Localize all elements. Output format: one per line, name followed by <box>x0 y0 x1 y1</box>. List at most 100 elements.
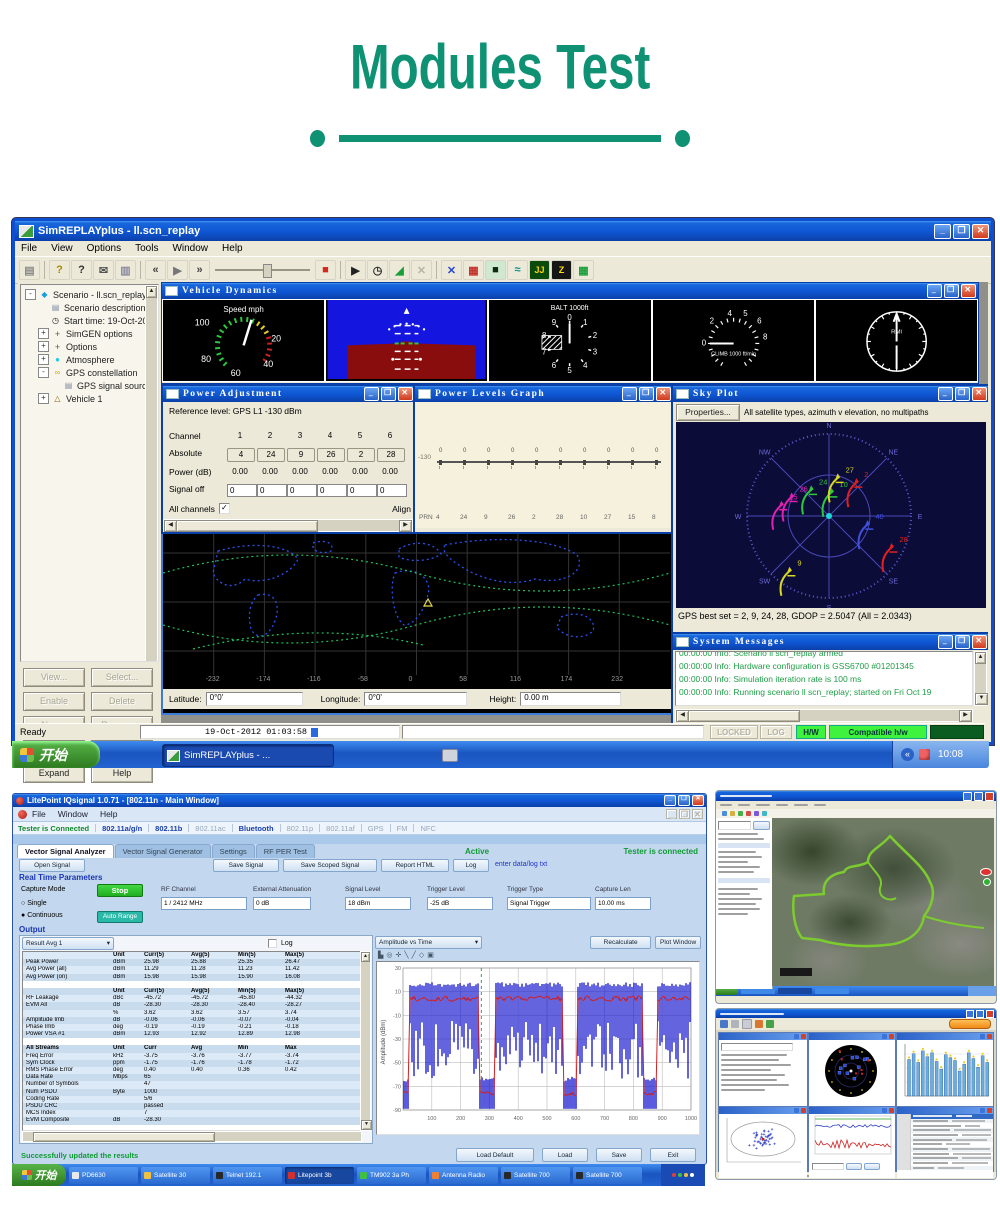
slider-thumb[interactable] <box>263 264 272 278</box>
places-header[interactable] <box>718 843 770 848</box>
world-map[interactable] <box>163 529 670 675</box>
close-button[interactable]: ✕ <box>692 795 704 806</box>
task-button[interactable] <box>815 988 849 994</box>
menu-tools[interactable]: Tools <box>135 243 158 254</box>
map-titlebar[interactable] <box>716 791 996 801</box>
toolbar-signal-icon[interactable]: ◢ <box>389 260 410 280</box>
mdi-restore-icon[interactable]: ❐ <box>679 809 690 819</box>
toolbar-constellation-icon[interactable]: ✕ <box>441 260 462 280</box>
map-search-input[interactable] <box>718 821 751 830</box>
hide-icons-icon[interactable]: « <box>901 748 914 761</box>
gnss-messages-pane[interactable] <box>718 1032 808 1106</box>
gnss-tool-icon[interactable] <box>731 1020 739 1028</box>
toolbar-stop-icon[interactable]: ■ <box>315 260 336 280</box>
gnss-accent-button[interactable] <box>949 1019 991 1029</box>
toolbar-grid-icon[interactable]: ▦ <box>463 260 484 280</box>
save-scoped-signal-button[interactable]: Save Scoped Signal <box>283 859 377 872</box>
task-button-2[interactable]: Telnet 192.1 <box>213 1167 282 1184</box>
signal-off-input[interactable]: 0 <box>377 484 407 497</box>
h-scrollbar[interactable]: ◀ ▶ <box>675 709 973 722</box>
tray-keyboard-icon[interactable] <box>442 749 458 762</box>
mdi-close-icon[interactable]: ✕ <box>692 809 703 819</box>
log-button[interactable]: Log <box>453 859 489 872</box>
power-adjustment-titlebar[interactable]: Power Adjustment _❐✕ <box>163 386 415 402</box>
minimize-button[interactable]: _ <box>622 387 637 401</box>
toolbar-run-icon[interactable]: ▶ <box>345 260 366 280</box>
tree-item[interactable]: +△Vehicle 1 <box>23 392 158 405</box>
tree-item[interactable]: ++SimGEN options <box>23 327 158 340</box>
plot-tool-icon[interactable]: ▣ <box>427 951 434 959</box>
map-marker-icon[interactable] <box>980 868 992 876</box>
signal-off-input[interactable]: 0 <box>257 484 287 497</box>
close-button[interactable]: ✕ <box>961 284 976 298</box>
map-search-button[interactable] <box>753 821 770 830</box>
maximize-button[interactable]: ❐ <box>678 795 690 806</box>
auto-range-button[interactable]: Auto Range <box>97 911 143 923</box>
menu-view[interactable]: View <box>51 243 73 254</box>
task-button-7[interactable]: Satellite 700 <box>573 1167 642 1184</box>
toolbar-waves-icon[interactable]: ≈ <box>507 260 528 280</box>
properties-button[interactable]: Properties... <box>676 404 740 421</box>
menu-file[interactable]: File <box>32 809 46 819</box>
tree-item[interactable]: ++Options <box>23 340 158 353</box>
signal-off-input[interactable]: 0 <box>317 484 347 497</box>
open-signal-button[interactable]: Open Signal <box>19 859 85 872</box>
tree-item[interactable]: ▤GPS signal sources f <box>23 379 158 392</box>
report-html-button[interactable]: Report HTML <box>381 859 449 872</box>
button-exit[interactable]: Exit <box>650 1148 696 1162</box>
task-button-5[interactable]: Antenna Radio <box>429 1167 498 1184</box>
power-levels-titlebar[interactable]: Power Levels Graph _❐✕ <box>415 386 673 402</box>
tree-expander[interactable]: - <box>25 289 36 300</box>
field-trigger-level[interactable]: -25 dB <box>427 897 493 910</box>
maximize-button[interactable]: ❐ <box>953 224 970 239</box>
start-button[interactable]: 开始 <box>12 741 100 768</box>
toolbar-help-icon[interactable]: ? <box>49 260 70 280</box>
log-checkbox[interactable] <box>268 939 277 948</box>
single-radio[interactable]: ○ Single <box>21 900 47 907</box>
toolbar-print-icon[interactable]: ▤ <box>19 260 40 280</box>
minimize-button[interactable]: _ <box>934 224 951 239</box>
tech-tab-fm[interactable]: FM <box>397 824 408 833</box>
field-trigger-type[interactable]: Signal Trigger <box>507 897 591 910</box>
close-button[interactable]: ✕ <box>398 387 413 401</box>
close-button[interactable]: ✕ <box>972 224 989 239</box>
minimize-button[interactable]: _ <box>927 284 942 298</box>
button-enable[interactable]: Enable <box>23 692 85 711</box>
tree-expander[interactable]: + <box>38 393 49 404</box>
tree-expander[interactable]: + <box>38 328 49 339</box>
task-button-3[interactable]: Litepoint 3b <box>285 1167 354 1184</box>
plot-tool-icon[interactable]: ╱ <box>412 951 416 959</box>
menu-window[interactable]: Window <box>172 243 208 254</box>
altimeter-gauge[interactable]: BALT 1000ft0123456789 <box>489 300 650 381</box>
continuous-radio[interactable]: ● Continuous <box>21 912 63 919</box>
vsi-gauge[interactable]: 024568CLIMB 1000 ft/min <box>653 300 814 381</box>
toolbar-display-icon[interactable]: ■ <box>485 260 506 280</box>
field-capture-len[interactable]: 10.00 ms <box>595 897 651 910</box>
minimize-button[interactable]: _ <box>664 795 676 806</box>
map-tool-icon[interactable] <box>746 811 751 816</box>
map-marker-icon[interactable] <box>983 878 991 886</box>
menu-options[interactable]: Options <box>87 243 121 254</box>
maximize-button[interactable]: ❐ <box>955 387 970 401</box>
minimize-button[interactable] <box>966 1010 974 1018</box>
tech-tab-testerisconnected[interactable]: Tester is Connected <box>18 824 89 833</box>
toolbar-mail-icon[interactable]: ✉ <box>93 260 114 280</box>
rmi-clock-gauge[interactable]: RMI <box>816 300 977 381</box>
speedometer-gauge[interactable]: Speed mph20406080100 <box>163 300 324 381</box>
satellite-map[interactable] <box>772 818 994 986</box>
plot-type-select[interactable]: Amplitude vs Time▾ <box>375 936 482 949</box>
tree-expander[interactable]: - <box>38 367 49 378</box>
gnss-data-table-pane[interactable] <box>896 1106 994 1172</box>
tree-item[interactable]: -◆Scenario - ll.scn_replay <box>23 288 158 301</box>
toolbar-panel-icon[interactable]: ▥ <box>115 260 136 280</box>
maximize-button[interactable] <box>974 792 983 801</box>
close-button[interactable] <box>986 1010 994 1018</box>
tree-item[interactable]: ◷Start time: 19-Oct-2012 <box>23 314 158 327</box>
map-tool-icon[interactable] <box>762 811 767 816</box>
tech-tab-80211af[interactable]: 802.11af <box>326 824 355 833</box>
toolbar-context-help-icon[interactable]: ? <box>71 260 92 280</box>
toolbar-rewind-icon[interactable]: « <box>145 260 166 280</box>
signal-off-input[interactable]: 0 <box>347 484 377 497</box>
signal-off-input[interactable]: 0 <box>227 484 257 497</box>
gnss-tool-icon[interactable] <box>766 1020 774 1028</box>
